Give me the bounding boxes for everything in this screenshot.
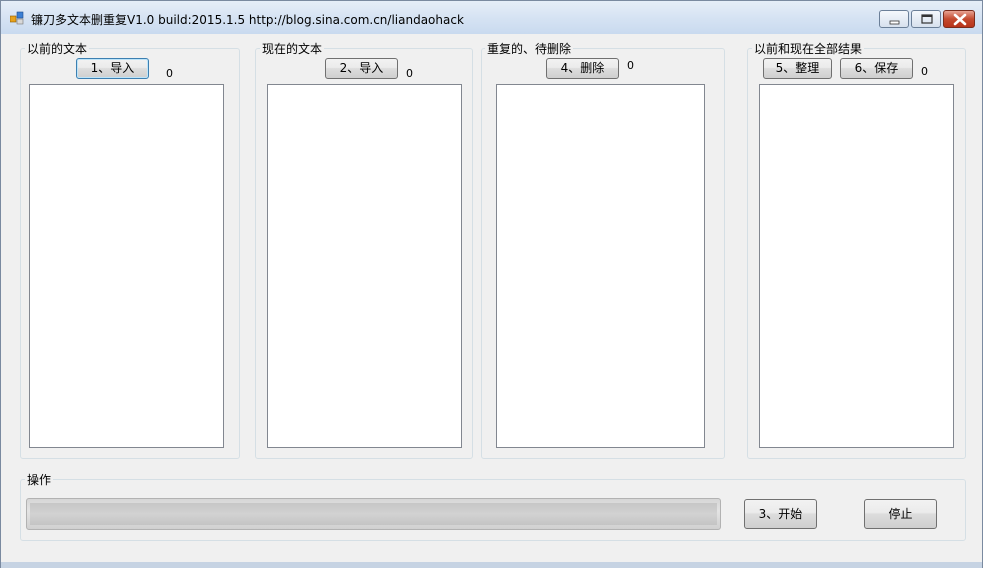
app-icon <box>10 11 24 25</box>
current-count: 0 <box>406 67 413 80</box>
duplicates-title: 重复的、待删除 <box>485 40 574 57</box>
maximize-button[interactable] <box>911 10 941 28</box>
previous-text-title: 以前的文本 <box>25 40 90 57</box>
import-current-button[interactable]: 2、导入 <box>325 58 398 79</box>
previous-count: 0 <box>166 67 173 80</box>
close-icon <box>953 13 967 26</box>
app-window: 镰刀多文本删重复V1.0 build:2015.1.5 http://blog.… <box>0 0 983 568</box>
previous-text-list[interactable] <box>29 84 224 448</box>
stop-button[interactable]: 停止 <box>864 499 937 529</box>
delete-duplicates-button[interactable]: 4、删除 <box>546 58 619 79</box>
result-title: 以前和现在全部结果 <box>752 40 865 57</box>
save-button[interactable]: 6、保存 <box>840 58 913 79</box>
result-count: 0 <box>921 65 928 78</box>
current-text-list[interactable] <box>267 84 462 448</box>
window-bottom-border <box>1 562 982 568</box>
minimize-icon <box>889 20 900 25</box>
duplicates-count: 0 <box>627 59 634 72</box>
organize-button[interactable]: 5、整理 <box>763 58 832 79</box>
start-button[interactable]: 3、开始 <box>744 499 817 529</box>
current-text-title: 现在的文本 <box>260 40 325 57</box>
maximize-icon <box>921 14 933 24</box>
operation-title: 操作 <box>25 471 54 488</box>
result-list[interactable] <box>759 84 954 448</box>
close-button[interactable] <box>943 10 975 28</box>
minimize-button[interactable] <box>879 10 909 28</box>
progress-track <box>30 503 717 525</box>
window-title: 镰刀多文本删重复V1.0 build:2015.1.5 http://blog.… <box>31 13 464 27</box>
title-bar[interactable]: 镰刀多文本删重复V1.0 build:2015.1.5 http://blog.… <box>1 1 982 34</box>
import-previous-button[interactable]: 1、导入 <box>76 58 149 79</box>
progress-bar <box>26 498 721 530</box>
duplicates-list[interactable] <box>496 84 705 448</box>
